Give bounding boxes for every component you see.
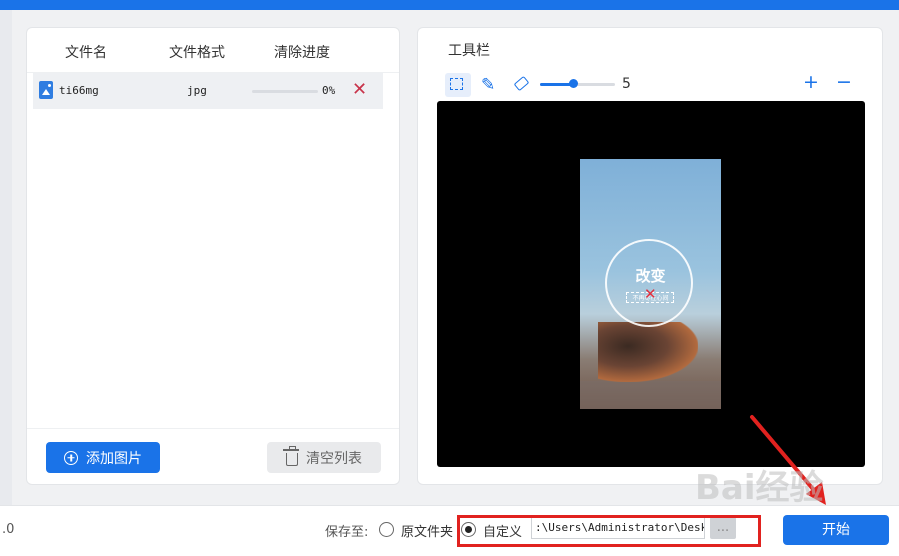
highlight-annotation xyxy=(457,515,761,547)
file-name: ti66mg xyxy=(59,84,99,97)
toolbar-title: 工具栏 xyxy=(448,43,490,59)
photo-person xyxy=(598,322,698,382)
preview-image[interactable]: 改变 不再尽在心间 ✕ xyxy=(580,159,721,409)
version-text: .0 xyxy=(2,522,15,537)
slider-handle[interactable] xyxy=(569,79,578,88)
table-row[interactable]: ti66mg jpg 0% ✕ xyxy=(33,73,383,109)
image-file-icon xyxy=(39,81,53,99)
progress-bar xyxy=(252,90,318,93)
plus-circle-icon xyxy=(64,450,78,465)
column-progress: 清除进度 xyxy=(274,45,330,61)
radio-original-folder[interactable] xyxy=(379,522,394,537)
clear-list-button[interactable]: 清空列表 xyxy=(267,442,381,473)
eraser-icon[interactable] xyxy=(513,75,530,92)
select-icon[interactable] xyxy=(445,73,471,97)
progress-text: 0% xyxy=(322,84,336,97)
zoom-out-icon[interactable]: − xyxy=(836,70,852,94)
add-image-button[interactable]: 添加图片 xyxy=(46,442,160,473)
add-image-label: 添加图片 xyxy=(86,450,142,467)
file-list-panel: 文件名 文件格式 清除进度 ti66mg jpg 0% ✕ 添加图片 清空列表 xyxy=(26,27,400,485)
brush-size-value: 5 xyxy=(622,76,631,92)
trash-icon xyxy=(283,446,299,466)
pen-icon[interactable]: ✎ xyxy=(481,73,495,97)
save-to-label: 保存至: xyxy=(325,525,369,540)
file-list-header: 文件名 文件格式 清除进度 xyxy=(27,28,399,73)
original-folder-label[interactable]: 原文件夹 xyxy=(401,521,453,540)
clear-list-label: 清空列表 xyxy=(306,450,362,467)
column-format: 文件格式 xyxy=(169,45,225,61)
zoom-in-icon[interactable]: + xyxy=(803,70,819,94)
watermark-big-text: 改变 xyxy=(635,267,666,285)
preview-canvas[interactable]: 改变 不再尽在心间 ✕ xyxy=(437,101,865,467)
top-accent-bar xyxy=(0,0,899,10)
left-edge xyxy=(0,10,12,505)
bottom-bar: .0 保存至: 原文件夹 自定义 :\Users\Administrator\D… xyxy=(0,505,899,556)
remove-file-icon[interactable]: ✕ xyxy=(352,80,367,100)
panel-divider xyxy=(27,428,399,429)
toolbar-panel: 工具栏 ✎ 5 + − 改变 不再尽在心间 ✕ xyxy=(417,27,883,485)
start-button[interactable]: 开始 xyxy=(783,515,889,545)
delete-selection-icon[interactable]: ✕ xyxy=(644,286,657,302)
file-format: jpg xyxy=(187,84,207,97)
column-filename: 文件名 xyxy=(65,45,107,61)
